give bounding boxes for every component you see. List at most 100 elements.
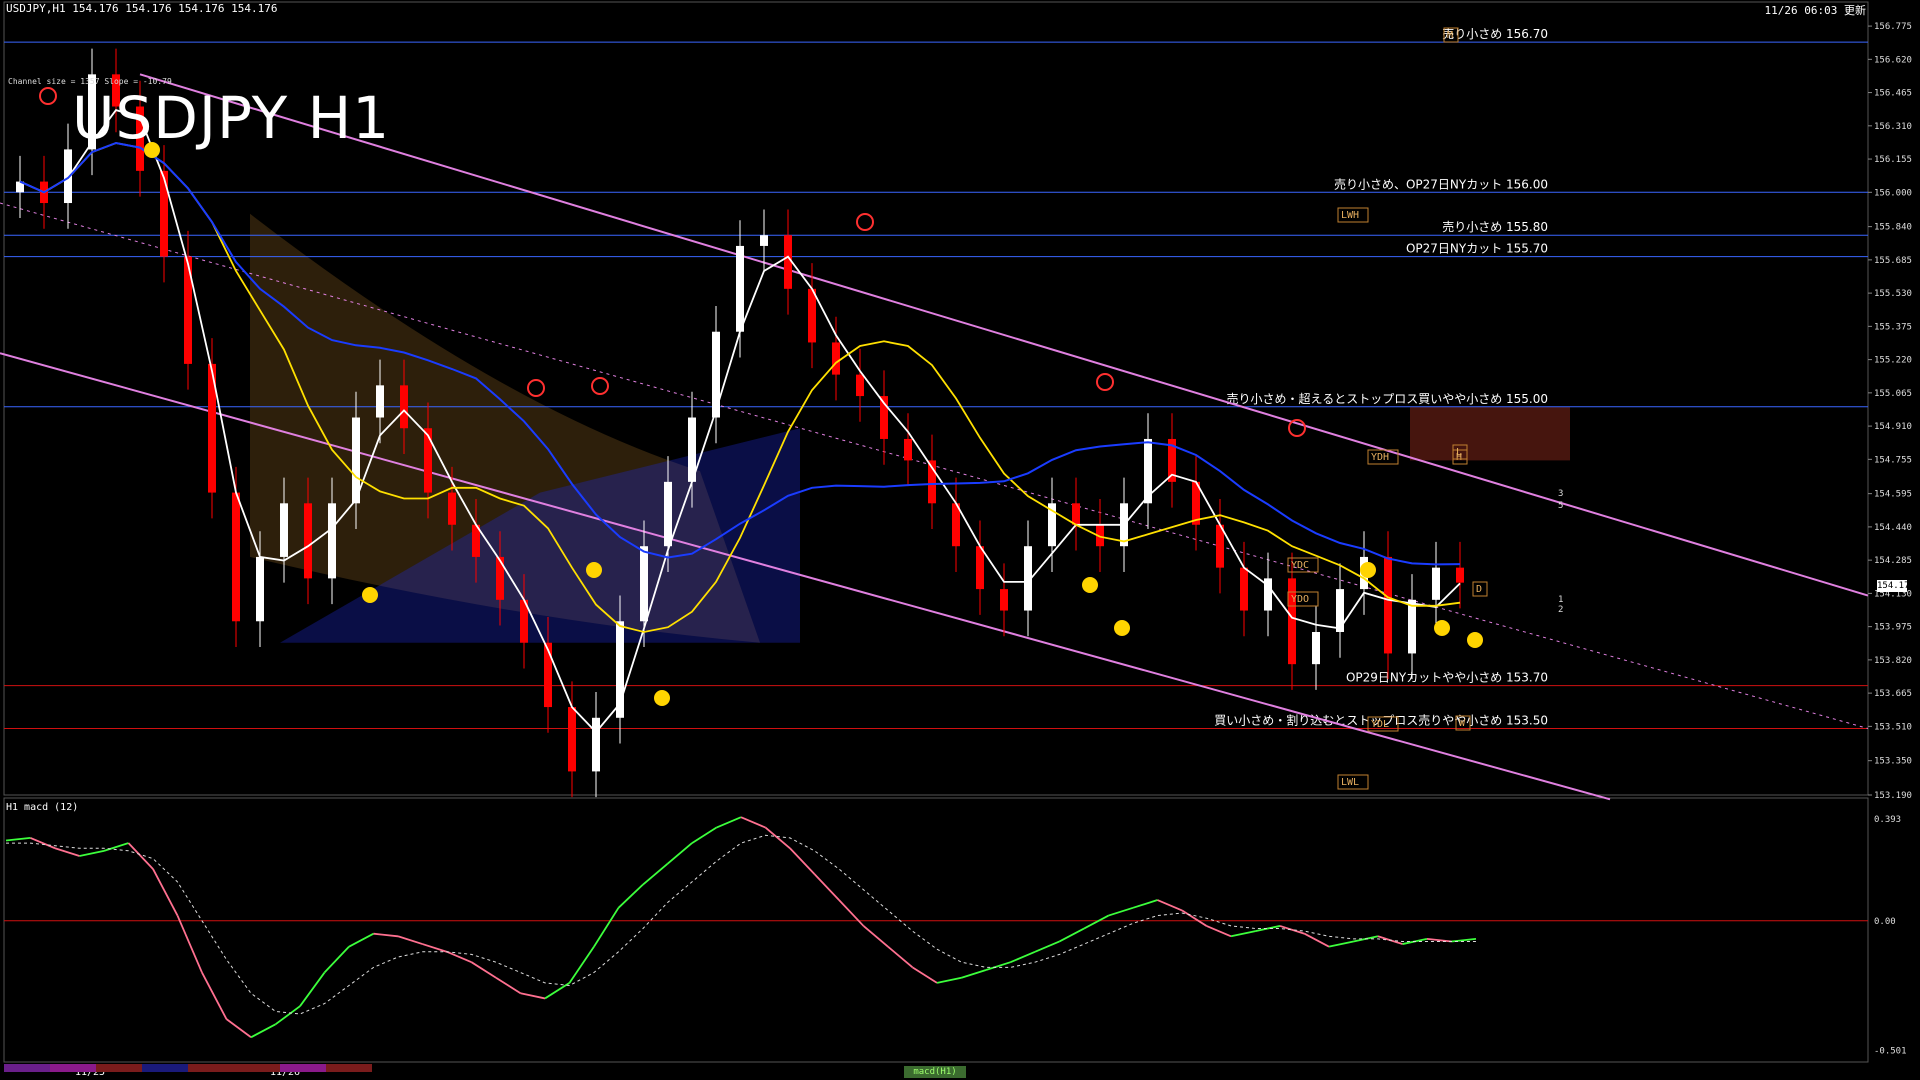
price-level-label: 売り小さめ、OP27日NYカット 156.00	[1334, 176, 1548, 191]
fractal-up-icon	[1467, 632, 1483, 648]
price-tick-label: 154.755	[1874, 455, 1912, 465]
price-tick-label: 153.820	[1874, 656, 1912, 666]
macd-line-segment	[152, 868, 179, 916]
price-tick-label: 156.620	[1874, 55, 1912, 65]
candle-body	[400, 385, 408, 429]
price-tick-label: 156.000	[1874, 188, 1912, 198]
candle-body	[256, 556, 264, 622]
macd-line-segment	[520, 992, 546, 1000]
macd-line-segment	[617, 883, 644, 909]
price-level-label: 売り小さめ 155.80	[1442, 219, 1548, 234]
current-price-tag: 154.176	[1877, 580, 1915, 592]
candle-body	[1408, 599, 1416, 654]
candle-body	[424, 428, 432, 493]
price-tick-label: 155.530	[1874, 289, 1912, 299]
timeframe-strip-segment	[326, 1064, 372, 1072]
level-marker-label: LWL	[1341, 777, 1359, 788]
price-tick-label: 155.065	[1874, 389, 1912, 399]
fractal-up-icon	[1360, 562, 1376, 578]
price-tick-label: 155.220	[1874, 356, 1912, 366]
candle-body	[1240, 567, 1248, 611]
timeframe-strip-segment	[280, 1064, 326, 1072]
kumo-cloud-right	[1410, 406, 1570, 461]
macd-line-segment	[348, 932, 374, 948]
macd-panel-border	[3, 797, 1869, 1063]
macd-line-segment	[838, 899, 865, 927]
chart-canvas[interactable]: 156.775 156.620 156.465 156.310 156.155 156.0…	[0, 0, 1920, 1080]
timeframe-strip-segment	[234, 1064, 280, 1072]
macd-line-segment	[127, 842, 154, 870]
macd-tick-label: 0.00	[1874, 917, 1896, 927]
level-marker-label: YDL	[1371, 719, 1389, 730]
candle-body	[712, 331, 720, 418]
fractal-down-icon	[591, 377, 609, 395]
candle-body	[160, 170, 168, 257]
timeframe-strip-segment	[96, 1064, 142, 1072]
macd-line-segment	[1206, 925, 1232, 938]
timeframe-strip-segment	[142, 1064, 188, 1072]
fractal-up-icon	[1114, 620, 1130, 636]
macd-line-segment	[299, 972, 326, 1007]
fractal-down-icon	[39, 87, 57, 105]
macd-signal-line	[6, 834, 1476, 1015]
macd-line-segment	[1157, 899, 1183, 912]
timeframe-strip-segment	[188, 1064, 234, 1072]
chart-title: USDJPY H1	[72, 84, 391, 152]
macd-line-segment	[813, 873, 840, 901]
fractal-up-icon	[586, 562, 602, 578]
macd-line-segment	[666, 842, 693, 865]
price-tick-label: 153.190	[1874, 791, 1912, 801]
macd-line-segment	[1034, 940, 1060, 953]
macd-line-segment	[201, 972, 228, 1020]
candle-body	[1312, 631, 1320, 665]
candle-body	[904, 438, 912, 461]
macd-line-segment	[1059, 927, 1085, 943]
price-tick-label: 155.375	[1874, 322, 1912, 332]
candle-body	[1384, 556, 1392, 654]
candle-body	[568, 707, 576, 772]
indicator-tab[interactable]: macd(H1)	[904, 1066, 966, 1078]
macd-line-segment	[1108, 906, 1134, 917]
candle-body	[856, 374, 864, 397]
price-tick-label: 153.665	[1874, 689, 1912, 699]
candle-body	[328, 503, 336, 579]
price-tick-label: 154.285	[1874, 556, 1912, 566]
timeframe-strip-segment	[4, 1064, 50, 1072]
candle-body	[304, 503, 312, 579]
macd-line-segment	[1328, 940, 1354, 948]
macd-line-segment	[642, 863, 669, 886]
macd-line-segment	[323, 946, 350, 974]
macd-line-segment	[887, 945, 914, 969]
price-tick-label: 156.155	[1874, 155, 1912, 165]
candle-body	[1288, 578, 1296, 665]
fractal-up-icon	[1082, 577, 1098, 593]
channel-end-label: 3	[1558, 489, 1563, 499]
price-tick-label: 154.910	[1874, 422, 1912, 432]
level-marker-label: LWH	[1341, 210, 1359, 221]
candle-body	[832, 342, 840, 375]
macd-line-segment	[691, 826, 717, 844]
macd-line-segment	[936, 976, 962, 984]
price-tick-label: 156.310	[1874, 122, 1912, 132]
update-timestamp: 11/26 06:03 更新	[1764, 4, 1866, 17]
candle-body	[640, 546, 648, 622]
candle-body	[760, 235, 768, 246]
macd-line-segment	[1279, 925, 1305, 935]
candle-body	[448, 492, 456, 525]
candle-body	[1000, 589, 1008, 611]
macd-line-segment	[862, 925, 889, 948]
candle-body	[544, 642, 552, 708]
macd-line-segment	[1132, 899, 1158, 909]
macd-line-segment	[30, 837, 56, 850]
candle-body	[280, 503, 288, 557]
macd-line-segment	[176, 915, 203, 973]
macd-line-segment	[471, 961, 497, 979]
level-marker-label: W	[1459, 718, 1466, 729]
price-tick-label: 155.685	[1874, 256, 1912, 266]
macd-line-segment	[54, 847, 80, 857]
candle-body	[232, 492, 240, 622]
macd-line-segment	[422, 943, 448, 953]
level-marker-label: YDO	[1291, 594, 1309, 605]
candle-body	[736, 245, 744, 332]
macd-line-segment	[544, 982, 570, 1000]
